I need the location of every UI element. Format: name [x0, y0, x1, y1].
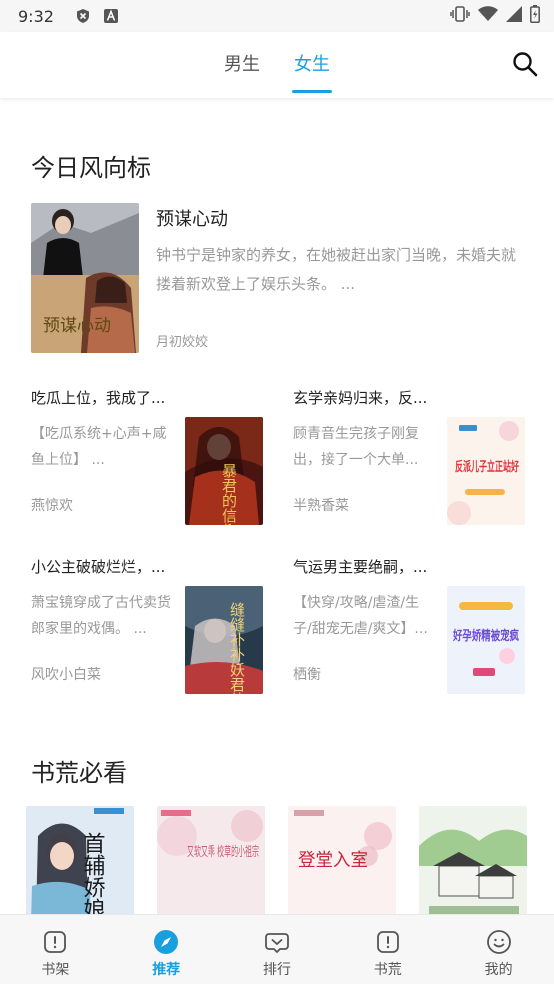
- book-author: 燕惊欢: [31, 498, 73, 514]
- featured-cover-text: 预谋心动: [43, 316, 111, 336]
- featured-book-cover[interactable]: 预谋心动: [31, 203, 139, 353]
- shelf-cover-text: 又软又乖 校草的小祖宗: [187, 844, 259, 860]
- book-card[interactable]: 吃瓜上位，我成了... 【吃瓜系统+心声+咸鱼上位】 ... 燕惊欢 暴君的信仰: [31, 387, 263, 527]
- book-title: 吃瓜上位，我成了...: [31, 389, 166, 407]
- book-card[interactable]: 气运男主要绝嗣，... 【快穿/攻略/虐渣/生子/甜宠无虐/爽文】... 栖衡 …: [293, 556, 525, 696]
- book-cover[interactable]: 反派儿子立正站好: [447, 417, 525, 525]
- shelf-book-cover[interactable]: 又软又乖 校草的小祖宗: [157, 806, 265, 916]
- shelf-book-cover[interactable]: 登堂入室: [288, 806, 396, 916]
- nav-bookshelf[interactable]: 书架: [0, 915, 111, 984]
- ranking-icon: [265, 933, 289, 954]
- book-author: 栖衡: [293, 667, 321, 683]
- book-desc: 【吃瓜系统+心声+咸鱼上位】 ...: [31, 426, 167, 468]
- gender-tabs: 男生 女生: [0, 32, 554, 98]
- featured-book-title: 预谋心动: [156, 209, 228, 230]
- book-author: 风吹小白菜: [31, 667, 101, 683]
- nav-profile[interactable]: 我的: [443, 915, 554, 984]
- status-time: 9:32: [18, 6, 54, 26]
- profile-icon: [486, 930, 511, 954]
- tab-female-label: 女生: [294, 54, 330, 75]
- featured-book-author: 月初姣姣: [156, 335, 209, 350]
- book-card[interactable]: 玄学亲妈归来，反... 顾青音生完孩子刚复出，接了一个大单... 半熟香菜 反派…: [293, 387, 525, 527]
- status-bar: 9:32: [0, 0, 554, 32]
- tab-male[interactable]: 男生: [222, 32, 262, 98]
- nav-ranking[interactable]: 排行: [222, 915, 333, 984]
- signal-icon: [506, 6, 522, 26]
- nav-ranking-label: 排行: [262, 962, 291, 978]
- book-desc: 萧宝镜穿成了古代卖货郎家里的戏偶。 ...: [31, 595, 171, 637]
- nav-book-shortage[interactable]: 书荒: [332, 915, 443, 984]
- book-title: 气运男主要绝嗣，...: [293, 558, 428, 576]
- wifi-icon: [478, 6, 498, 26]
- shelf-book-cover[interactable]: [419, 806, 527, 916]
- compass-icon: [154, 930, 179, 954]
- nav-bookshelf-label: 书架: [41, 962, 70, 978]
- app-screen: 9:32 男生 女生 今日风向标 预谋心动 预谋心动 钟书宁是钟家的养女，在她被…: [0, 0, 554, 984]
- section-title-today: 今日风向标: [31, 154, 151, 182]
- nav-recommend-label: 推荐: [152, 962, 181, 978]
- book-title: 小公主破破烂烂，...: [31, 558, 166, 576]
- book-author: 半熟香菜: [293, 498, 349, 514]
- must-read-shelf: 首辅娇娘 又软又乖 校草的小祖宗 登堂入室: [0, 806, 554, 916]
- bottom-nav: 书架 推荐 排行 书荒 我的: [0, 914, 554, 984]
- featured-book-desc: 钟书宁是钟家的养女，在她被赶出家门当晚，未婚夫就搂着新欢登上了娱乐头条。 ...: [156, 246, 516, 293]
- book-cover[interactable]: 缝缝补补妖君他: [185, 586, 263, 694]
- book-desc: 【快穿/攻略/虐渣/生子/甜宠无虐/爽文】...: [293, 595, 428, 637]
- tab-male-label: 男生: [224, 54, 260, 75]
- shelf-book-cover[interactable]: 首辅娇娘: [26, 806, 134, 916]
- search-icon: [513, 52, 538, 77]
- vibrate-icon: [450, 6, 470, 26]
- battery-icon: [530, 5, 540, 27]
- book-cover-text: 反派儿子立正站好: [455, 459, 519, 475]
- shelf-cover-text: 首辅娇娘: [80, 832, 106, 916]
- book-card[interactable]: 小公主破破烂烂，... 萧宝镜穿成了古代卖货郎家里的戏偶。 ... 风吹小白菜 …: [31, 556, 263, 696]
- shield-x-icon: [76, 9, 90, 23]
- book-cover-text: 暴君的信仰: [220, 463, 238, 525]
- font-a-icon: [103, 9, 118, 23]
- featured-book[interactable]: 预谋心动 预谋心动 钟书宁是钟家的养女，在她被赶出家门当晚，未婚夫就搂着新欢登上…: [31, 203, 525, 353]
- nav-book-shortage-label: 书荒: [373, 962, 402, 978]
- book-desc: 顾青音生完孩子刚复出，接了一个大单...: [293, 426, 419, 468]
- shelf-cover-text: 登堂入室: [298, 850, 368, 871]
- book-cover[interactable]: 好孕娇精被宠疯: [447, 586, 525, 694]
- book-cover[interactable]: 暴君的信仰: [185, 417, 263, 525]
- tab-female[interactable]: 女生: [292, 32, 332, 98]
- book-title: 玄学亲妈归来，反...: [293, 389, 428, 407]
- section-title-must-read: 书荒必看: [31, 759, 127, 787]
- book-cover-text: 好孕娇精被宠疯: [452, 628, 519, 644]
- tab-active-indicator: [292, 90, 332, 93]
- nav-recommend[interactable]: 推荐: [111, 915, 222, 984]
- nav-profile-label: 我的: [484, 962, 513, 978]
- top-header: 男生 女生: [0, 32, 554, 98]
- book-cover-text: 缝缝补补妖君他: [228, 602, 246, 694]
- bookshelf-icon: [44, 931, 67, 953]
- search-button[interactable]: [512, 51, 538, 77]
- book-shortage-icon: [376, 931, 399, 953]
